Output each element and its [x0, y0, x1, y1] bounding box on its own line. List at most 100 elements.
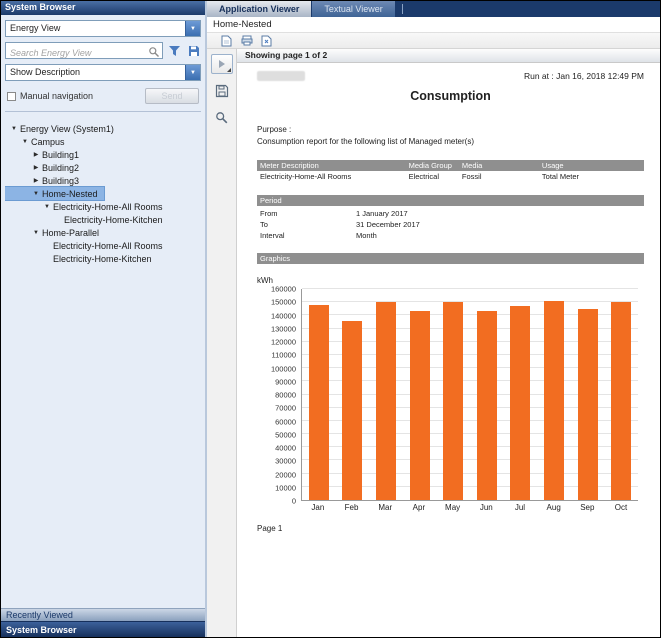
chart-x-tick-label: Sep: [576, 503, 598, 512]
run-report-button[interactable]: [211, 54, 233, 74]
tree-item-home-parallel[interactable]: ▼Home-Parallel: [5, 226, 105, 239]
meter-table-cell: Total Meter: [542, 171, 641, 183]
search-input[interactable]: [6, 46, 162, 61]
system-browser-bar[interactable]: System Browser: [1, 621, 205, 637]
tree-item-electricity-home-all-rooms[interactable]: Electricity-Home-All Rooms: [5, 239, 169, 252]
tree-expanded-icon[interactable]: ▼: [31, 230, 41, 236]
period-row: IntervalMonth: [257, 230, 644, 241]
play-icon: [217, 59, 227, 69]
period-row-value: 1 January 2017: [356, 208, 408, 219]
tree-collapsed-icon[interactable]: ▶: [31, 177, 41, 184]
tree-item-campus[interactable]: ▼Campus: [5, 135, 71, 148]
meter-table-header-cell: Meter Description: [260, 160, 409, 171]
period-section-header: Period: [257, 195, 644, 206]
period-row-value: Month: [356, 230, 377, 241]
chart-bar-jan: [309, 305, 329, 500]
paging-text: Showing page 1 of 2: [245, 50, 327, 60]
selection-title: Home-Nested: [207, 17, 660, 33]
print-icon[interactable]: [239, 34, 254, 47]
tree-item-building3[interactable]: ▶Building3: [5, 174, 85, 187]
save-report-button[interactable]: [211, 82, 233, 100]
chart-y-tick-label: 140000: [271, 311, 296, 320]
tree-item-electricity-home-kitchen[interactable]: Electricity-Home-Kitchen: [5, 213, 169, 226]
report-title: Consumption: [257, 89, 644, 103]
chart-bar-mar: [376, 302, 396, 500]
period-row-label: From: [260, 208, 356, 219]
report-logo: [257, 71, 305, 81]
chart-x-tick-label: May: [442, 503, 464, 512]
period-row-value: 31 December 2017: [356, 219, 420, 230]
tree-expanded-icon[interactable]: ▼: [20, 139, 30, 145]
chart-x-tick-label: Apr: [408, 503, 430, 512]
period-row-label: To: [260, 219, 356, 230]
chart-y-tick-label: 150000: [271, 298, 296, 307]
chart-y-tick-label: 60000: [275, 417, 296, 426]
chevron-down-icon[interactable]: ▼: [185, 65, 200, 80]
report-page: Run at : Jan 16, 2018 12:49 PM Consumpti…: [237, 63, 660, 637]
system-browser-panel: System Browser Energy View ▼: [1, 1, 207, 637]
chart-plot: [301, 289, 638, 501]
tree-item-label: Building2: [42, 163, 79, 173]
chart-y-tick-label: 10000: [275, 483, 296, 492]
description-mode-dropdown[interactable]: Show Description ▼: [5, 64, 201, 81]
tree-item-label: Building1: [42, 150, 79, 160]
tree-collapsed-icon[interactable]: ▶: [31, 164, 41, 171]
meter-table-row: Electricity-Home-All RoomsElectricalFoss…: [257, 171, 644, 183]
meter-table-cell: Electricity-Home-All Rooms: [260, 171, 409, 183]
chart-x-axis: JanFebMarAprMayJunJulAugSepOct: [301, 503, 638, 512]
tree-item-label: Campus: [31, 137, 65, 147]
tree-item-label: Electricity-Home-All Rooms: [53, 202, 163, 212]
save-search-icon[interactable]: [186, 43, 201, 58]
tab-textual-viewer[interactable]: Textual Viewer: [312, 1, 394, 17]
tree-expanded-icon[interactable]: ▼: [31, 191, 41, 197]
tree-item-electricity-home-all-rooms[interactable]: ▼Electricity-Home-All Rooms: [5, 200, 169, 213]
zoom-button[interactable]: [211, 108, 233, 126]
tree-item-electricity-home-kitchen[interactable]: Electricity-Home-Kitchen: [5, 252, 158, 265]
chart-y-tick-label: 80000: [275, 391, 296, 400]
chart-bar-aug: [544, 301, 564, 500]
tree-collapsed-icon[interactable]: ▶: [31, 151, 41, 158]
tree-item-label: Electricity-Home-Kitchen: [53, 254, 152, 264]
export-icon[interactable]: [219, 34, 234, 47]
page-setup-icon[interactable]: [259, 34, 274, 47]
tree-item-label: Building3: [42, 176, 79, 186]
chart-y-tick-label: 100000: [271, 364, 296, 373]
recently-viewed-bar[interactable]: Recently Viewed: [1, 608, 205, 621]
chart-x-tick-label: Oct: [610, 503, 632, 512]
tree-item-energy-view-system1-[interactable]: ▼Energy View (System1): [5, 122, 120, 135]
system-browser-panel-header[interactable]: System Browser: [1, 1, 205, 15]
chart-y-tick-label: 120000: [271, 338, 296, 347]
search-icon[interactable]: [148, 45, 160, 63]
meter-table-header: Meter DescriptionMedia GroupMediaUsage: [257, 160, 644, 171]
chevron-down-icon[interactable]: ▼: [185, 21, 200, 36]
panel-divider: [5, 111, 201, 112]
paging-bar: Showing page 1 of 2: [237, 49, 660, 63]
tree-item-home-nested[interactable]: ▼Home-Nested: [5, 187, 104, 200]
chart-y-tick-label: 130000: [271, 324, 296, 333]
tree-expanded-icon[interactable]: ▼: [9, 126, 19, 132]
report-page-number: Page 1: [257, 524, 644, 533]
chart-bar-apr: [410, 311, 430, 500]
view-selector-dropdown[interactable]: Energy View ▼: [5, 20, 201, 37]
chart-bar-feb: [342, 321, 362, 500]
search-field-wrap: [5, 42, 163, 59]
app-window: System Browser Energy View ▼: [0, 0, 661, 638]
report-column: Showing page 1 of 2 Run at : Jan 16, 201…: [237, 49, 660, 637]
manual-navigation-checkbox[interactable]: [7, 92, 16, 101]
tree-item-building1[interactable]: ▶Building1: [5, 148, 85, 161]
chart-bar-jun: [477, 311, 497, 500]
period-row-label: Interval: [260, 230, 356, 241]
tree-item-label: Electricity-Home-All Rooms: [53, 241, 163, 251]
send-button[interactable]: Send: [145, 88, 199, 104]
chart-y-tick-label: 0: [292, 497, 296, 506]
tree-item-label: Energy View (System1): [20, 124, 114, 134]
viewer-panel: Application Viewer Textual Viewer Home-N…: [207, 1, 660, 637]
tab-separator: [402, 4, 403, 14]
tree-item-building2[interactable]: ▶Building2: [5, 161, 85, 174]
chart-x-tick-label: Feb: [341, 503, 363, 512]
tree-expanded-icon[interactable]: ▼: [42, 204, 52, 210]
filter-icon[interactable]: [167, 43, 182, 58]
tab-application-viewer[interactable]: Application Viewer: [207, 1, 311, 17]
search-row: [5, 42, 201, 59]
manual-navigation-label: Manual navigation: [20, 91, 93, 101]
